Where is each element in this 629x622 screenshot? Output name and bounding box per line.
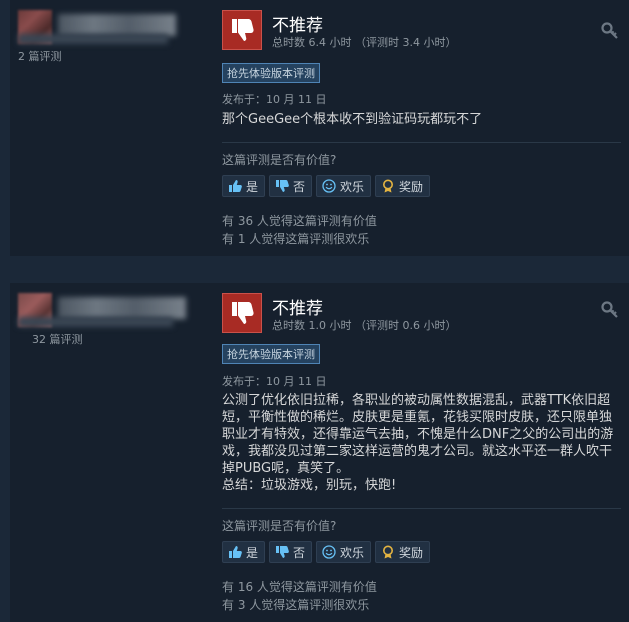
review-verdict[interactable]: 不推荐: [272, 11, 323, 36]
vote-yes-button[interactable]: 是: [222, 175, 266, 197]
review-card: 32 篇评测 不推荐 总时数 1.0 小时 （评测时 0.6 小时） 抢先体验版…: [10, 283, 629, 622]
author-info-blurred: [18, 34, 168, 44]
thumbs-down-small-icon: [276, 180, 289, 192]
thumbs-up-icon: [229, 180, 242, 192]
review-card: 2 篇评测 不推荐 总时数 6.4 小时 （评测时 3.4 小时） 抢先体验版本…: [10, 0, 629, 256]
key-icon: [601, 301, 618, 318]
early-access-badge: 抢先体验版本评测: [222, 344, 320, 364]
helpful-count: 有 16 人觉得这篇评测有价值: [222, 580, 377, 594]
vote-no-button[interactable]: 否: [269, 541, 313, 563]
award-button[interactable]: 奖励: [375, 175, 431, 197]
review-content: 那个GeeGee个根本收不到验证码玩都玩不了: [222, 112, 483, 127]
thumbs-down-icon: [222, 293, 262, 333]
review-content: 公测了优化依旧拉稀，各职业的被动属性数据混乱，武器TTK依旧超 短，平衡性做的稀…: [222, 393, 614, 493]
thumbs-up-icon: [229, 546, 242, 558]
vote-no-button[interactable]: 否: [269, 175, 313, 197]
funny-count: 有 3 人觉得这篇评测很欢乐: [222, 598, 370, 612]
author-name-blurred[interactable]: [58, 297, 186, 319]
vote-funny-label: 欢乐: [340, 545, 365, 560]
posted-date: 发布于：10 月 11 日: [222, 375, 327, 388]
thumbs-down-icon: [222, 10, 262, 50]
helpful-count: 有 36 人觉得这篇评测有价值: [222, 214, 377, 228]
award-label: 奖励: [399, 179, 424, 194]
smiley-icon: [322, 545, 336, 559]
author-name-blurred[interactable]: [58, 14, 176, 36]
smiley-icon: [322, 179, 336, 193]
helpful-question: 这篇评测是否有价值?: [222, 153, 337, 167]
award-icon: [383, 179, 394, 193]
vote-yes-label: 是: [246, 179, 259, 194]
author-review-count[interactable]: 32 篇评测: [32, 331, 83, 347]
helpful-question: 这篇评测是否有价值?: [222, 519, 337, 533]
review-verdict[interactable]: 不推荐: [272, 294, 323, 319]
posted-date: 发布于：10 月 11 日: [222, 93, 327, 106]
award-button[interactable]: 奖励: [375, 541, 431, 563]
playtime-hours: 总时数 6.4 小时 （评测时 3.4 小时）: [272, 36, 457, 49]
vote-funny-button[interactable]: 欢乐: [316, 541, 372, 563]
key-icon: [601, 22, 618, 39]
award-label: 奖励: [399, 545, 424, 560]
award-icon: [383, 545, 394, 559]
vote-funny-button[interactable]: 欢乐: [316, 175, 372, 197]
early-access-badge: 抢先体验版本评测: [222, 63, 320, 83]
vote-no-label: 否: [293, 179, 306, 194]
divider: [222, 142, 621, 143]
thumbs-down-small-icon: [276, 546, 289, 558]
vote-no-label: 否: [293, 545, 306, 560]
vote-funny-label: 欢乐: [340, 179, 365, 194]
vote-buttons: 是 否 欢乐 奖励: [222, 175, 431, 197]
playtime-hours: 总时数 1.0 小时 （评测时 0.6 小时）: [272, 319, 457, 332]
divider: [222, 508, 621, 509]
funny-count: 有 1 人觉得这篇评测很欢乐: [222, 232, 370, 246]
author-review-count[interactable]: 2 篇评测: [18, 48, 62, 64]
vote-yes-button[interactable]: 是: [222, 541, 266, 563]
vote-yes-label: 是: [246, 545, 259, 560]
author-info-blurred: [18, 317, 173, 327]
vote-buttons: 是 否 欢乐 奖励: [222, 541, 431, 563]
